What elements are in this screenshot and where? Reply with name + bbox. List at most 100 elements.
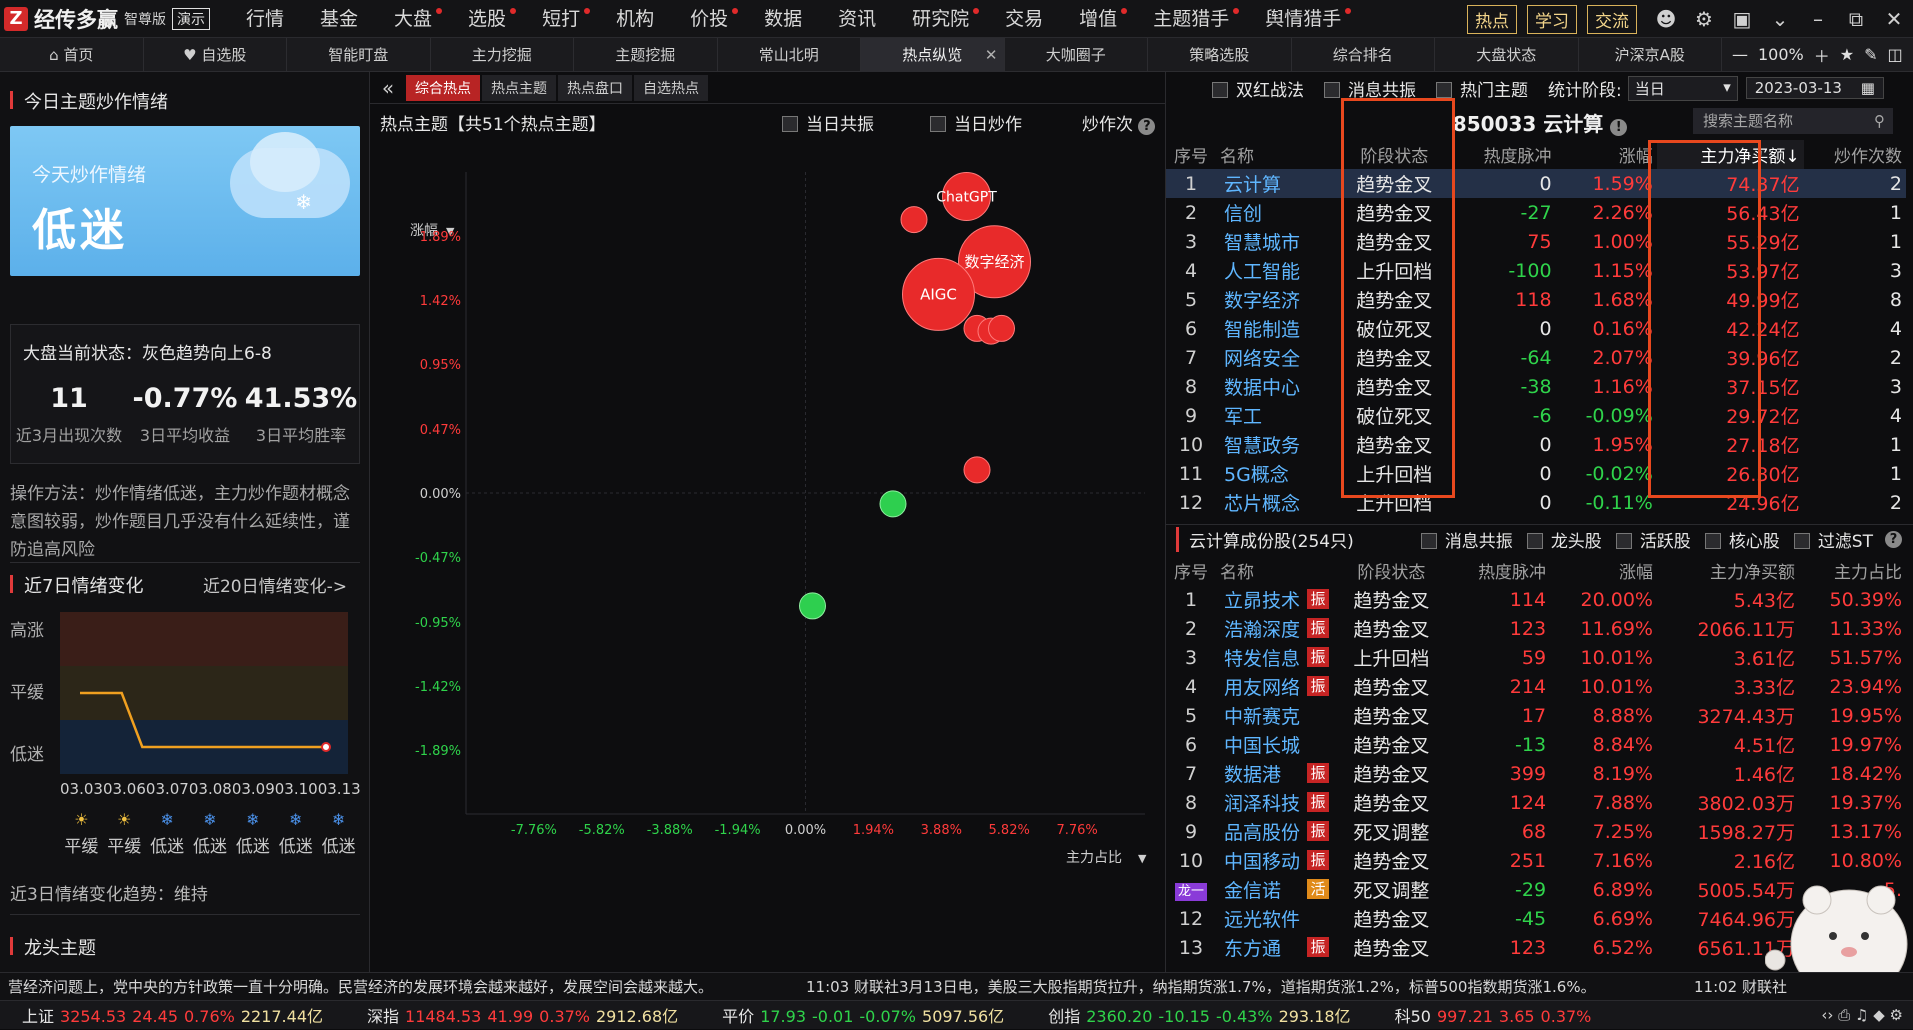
theme-row[interactable]: 5 数字经济 趋势金叉 118 1.68% 49.99亿 8	[1166, 285, 1906, 314]
tab-8[interactable]: 策略选股	[1148, 38, 1292, 72]
collapse-left-icon[interactable]: «	[370, 76, 406, 100]
checkbox[interactable]	[782, 116, 798, 132]
theme-row[interactable]: 1 云计算 趋势金叉 0 1.59% 74.37亿 2	[1166, 169, 1906, 198]
col-header[interactable]: 炒作次数	[1804, 140, 1906, 169]
minimize-icon[interactable]: –	[1799, 7, 1837, 31]
index-item[interactable]: 深指 11484.53 41.99 0.37% 2912.68亿	[367, 1003, 678, 1027]
theme-row[interactable]: 11 5G概念 上升回档 0 -0.02% 26.30亿 1	[1166, 459, 1906, 488]
help-icon[interactable]: ?	[1138, 118, 1156, 135]
tab-2[interactable]: 智能盯盘	[287, 38, 431, 72]
checkbox[interactable]	[930, 116, 946, 132]
bell-icon[interactable]: ♫	[1855, 1006, 1868, 1024]
checkbox[interactable]	[1420, 533, 1437, 549]
theme-name[interactable]: 网络安全	[1220, 343, 1339, 372]
bubble-point[interactable]	[963, 456, 991, 484]
component-option[interactable]: 活跃股	[1615, 527, 1691, 552]
bubble-point[interactable]	[879, 490, 907, 518]
opt-spec-times[interactable]: 炒作次 ?	[1082, 110, 1156, 135]
menu-item-8[interactable]: 资讯	[820, 0, 894, 38]
theme-name[interactable]: 信创	[1220, 198, 1339, 227]
component-row[interactable]: 7 数据港振趋势金叉 399 8.19% 1.46亿 18.42%	[1166, 759, 1906, 788]
col-header[interactable]: 涨幅	[1550, 556, 1657, 585]
search-icon[interactable]: ⚲	[1874, 108, 1885, 134]
news-ticker[interactable]: 营经济问题上，党中央的方针政策一直十分明确。民营经济的发展环境会越来越好，发展空…	[0, 972, 1913, 1000]
news-left[interactable]: 营经济问题上，党中央的方针政策一直十分明确。民营经济的发展环境会越来越好，发展空…	[8, 973, 713, 1000]
component-row[interactable]: 3 特发信息振上升回档 59 10.01% 3.61亿 51.57%	[1166, 643, 1906, 672]
theme-row[interactable]: 10 智慧政务 趋势金叉 0 1.95% 27.18亿 1	[1166, 430, 1906, 459]
pencil-icon[interactable]: ✎	[1864, 45, 1877, 64]
theme-name[interactable]: 智慧政务	[1220, 430, 1339, 459]
stock-name[interactable]: 中国长城	[1220, 730, 1337, 759]
menu-item-5[interactable]: 机构	[598, 0, 672, 38]
bubble-circle[interactable]	[900, 206, 928, 234]
index-item[interactable]: 上证 3254.53 24.45 0.76% 2217.44亿	[22, 1003, 323, 1027]
bubble-circle[interactable]	[988, 314, 1015, 342]
learn-button[interactable]: 学习	[1527, 4, 1577, 34]
component-option[interactable]: 过滤ST	[1793, 527, 1873, 552]
col-header[interactable]: 名称	[1220, 140, 1339, 169]
theme-name[interactable]: 芯片概念	[1220, 488, 1339, 517]
col-header[interactable]: 热度脉冲	[1449, 556, 1550, 585]
theme-row[interactable]: 7 网络安全 趋势金叉 -64 2.07% 39.96亿 2	[1166, 343, 1906, 372]
menu-item-6[interactable]: 价投	[672, 0, 746, 38]
layout-icon[interactable]: ▣	[1723, 7, 1761, 31]
theme-row[interactable]: 2 信创 趋势金叉 -27 2.26% 56.43亿 1	[1166, 198, 1906, 227]
bubble-point[interactable]	[799, 592, 826, 620]
theme-row[interactable]: 8 数据中心 趋势金叉 -38 1.16% 37.15亿 3	[1166, 372, 1906, 401]
panel-icon[interactable]: ◫	[1888, 45, 1903, 64]
menu-item-2[interactable]: 大盘	[376, 0, 450, 38]
component-row[interactable]: 5 中新赛克 趋势金叉 17 8.88% 3274.43万 19.95%	[1166, 701, 1906, 730]
bubble-point[interactable]: ChatGPT	[936, 171, 997, 221]
link-20day-emotion[interactable]: 近20日情绪变化->	[203, 572, 347, 597]
checkbox[interactable]	[1436, 81, 1452, 98]
component-row[interactable]: 9 品高股份振死叉调整 68 7.25% 1598.27万 13.17%	[1166, 817, 1906, 846]
user-icon[interactable]: ☻	[1647, 7, 1685, 31]
theme-row[interactable]: 3 智慧城市 趋势金叉 75 1.00% 55.29亿 1	[1166, 227, 1906, 256]
component-option[interactable]: 龙头股	[1526, 527, 1602, 552]
chevron-down-icon[interactable]: ▼	[1138, 852, 1147, 865]
theme-row[interactable]: 4 人工智能 上升回档 -100 1.15% 53.97亿 3	[1166, 256, 1906, 285]
date-picker[interactable]: 2023-03-13 ▦	[1745, 77, 1884, 99]
col-header[interactable]: 主力占比	[1799, 556, 1906, 585]
star-icon[interactable]: ★	[1840, 45, 1854, 64]
col-header[interactable]: 主力净买额	[1657, 556, 1799, 585]
hot-button[interactable]: 热点	[1467, 4, 1517, 34]
tab-3[interactable]: 主力挖掘	[431, 38, 574, 72]
scroll-arrows-icon[interactable]: ‹›	[1821, 1006, 1833, 1024]
menu-item-9[interactable]: 研究院	[894, 0, 987, 38]
bubble-point[interactable]	[988, 314, 1015, 342]
stock-name[interactable]: 远光软件	[1220, 904, 1337, 933]
zoom-in-icon[interactable]: ＋	[1814, 43, 1830, 67]
tab-0[interactable]: ⌂ 首页	[0, 38, 144, 72]
chevron-down-icon[interactable]: ⌄	[1761, 7, 1799, 31]
help-icon[interactable]: !	[1610, 119, 1628, 136]
menu-item-3[interactable]: 选股	[450, 0, 524, 38]
tab-11[interactable]: 沪深京A股	[1579, 38, 1722, 72]
component-row[interactable]: 2 浩瀚深度振趋势金叉 123 11.69% 2066.11万 11.33%	[1166, 614, 1906, 643]
stock-name[interactable]: 中新赛克	[1220, 701, 1337, 730]
opt-hot-theme[interactable]: 热门主题	[1436, 76, 1528, 101]
subtab-3[interactable]: 自选热点	[634, 74, 708, 101]
gear-icon[interactable]: ⚙	[1685, 7, 1723, 31]
news-right[interactable]: 11:02 财联社	[1694, 973, 1787, 1000]
tab-1[interactable]: ♥ 自选股	[144, 38, 287, 72]
menu-item-0[interactable]: 行情	[228, 0, 302, 38]
component-option[interactable]: 核心股	[1704, 527, 1780, 552]
print-icon[interactable]: ⎙	[1838, 1006, 1850, 1024]
checkbox[interactable]	[1324, 81, 1340, 98]
bubble-point[interactable]	[900, 206, 928, 234]
index-item[interactable]: 平价 17.93 -0.01 -0.07% 5097.56亿	[722, 1003, 1004, 1027]
settings-icon[interactable]: ⚙	[1890, 1006, 1903, 1024]
theme-row[interactable]: 6 智能制造 破位死叉 0 0.16% 42.24亿 4	[1166, 314, 1906, 343]
theme-name[interactable]: 数字经济	[1220, 285, 1339, 314]
menu-item-7[interactable]: 数据	[746, 0, 820, 38]
menu-item-13[interactable]: 舆情猎手	[1247, 0, 1359, 38]
col-header[interactable]: 序号	[1166, 140, 1220, 169]
opt-speculation[interactable]: 当日炒作	[930, 110, 1022, 135]
opt-double-red[interactable]: 双红战法	[1212, 76, 1304, 101]
theme-name[interactable]: 5G概念	[1220, 459, 1339, 488]
theme-name[interactable]: 智慧城市	[1220, 227, 1339, 256]
checkbox[interactable]	[1526, 533, 1543, 549]
bubble-circle[interactable]	[799, 592, 826, 620]
theme-name[interactable]: 云计算	[1220, 169, 1340, 198]
